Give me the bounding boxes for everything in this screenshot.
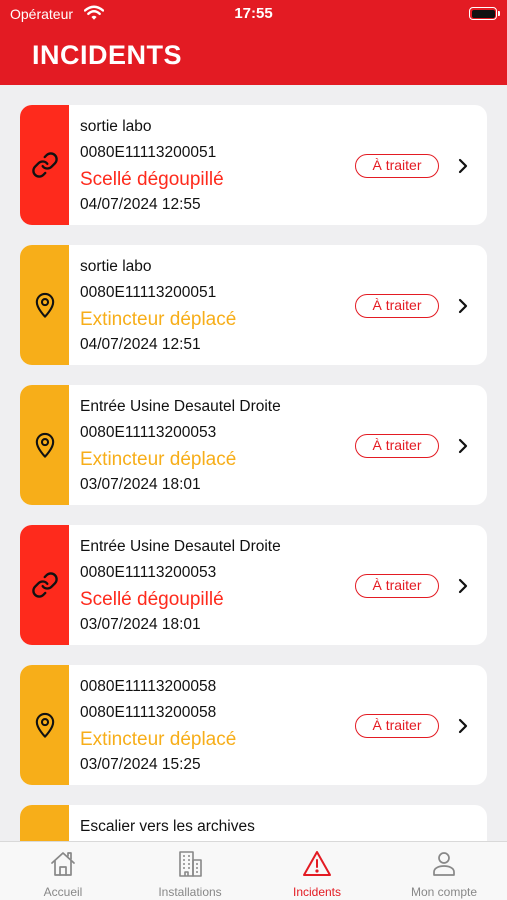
tab-installations[interactable]: Installations (127, 842, 253, 900)
chevron-right-icon (458, 438, 468, 454)
chevron-right-icon (458, 158, 468, 174)
chevron-right-icon (458, 578, 468, 594)
severity-stripe (20, 665, 69, 785)
chevron-right-icon (458, 298, 468, 314)
page-title: INCIDENTS (32, 40, 183, 70)
status-badge: À traiter (355, 434, 439, 458)
home-icon (51, 852, 75, 876)
tab-bar: Accueil Installations Incidents Mon comp… (0, 841, 507, 900)
incident-datetime: 04/07/2024 12:55 (80, 196, 201, 213)
building-icon (179, 851, 202, 877)
warning-icon (303, 851, 331, 876)
incident-device-id: 0080E11113200051 (80, 144, 217, 161)
incident-datetime: 03/07/2024 18:01 (80, 476, 201, 493)
incident-type: Extincteur déplacé (80, 729, 237, 750)
tab-incidents[interactable]: Incidents (254, 842, 380, 900)
incident-card[interactable]: Entrée Usine Desautel Droite 0080E111132… (20, 385, 487, 505)
tab-label: Installations (158, 885, 222, 899)
tab-accueil[interactable]: Accueil (0, 842, 126, 900)
link-icon (31, 572, 58, 598)
incident-location: Entrée Usine Desautel Droite (80, 538, 281, 555)
severity-stripe (20, 525, 69, 645)
incident-type: Extincteur déplacé (80, 449, 237, 470)
incident-list[interactable]: sortie labo 0080E11113200051 Scellé dégo… (0, 85, 507, 841)
tab-label: Mon compte (410, 885, 478, 899)
link-icon (31, 152, 58, 178)
incident-device-id: 0080E11113200053 (80, 564, 217, 581)
incident-type: Scellé dégoupillé (80, 589, 224, 610)
battery-icon (469, 7, 500, 20)
location-pin-icon (35, 432, 54, 458)
status-badge: À traiter (355, 294, 439, 318)
incident-device-id: 0080E11113200058 (80, 704, 217, 721)
status-badge: À traiter (355, 574, 439, 598)
incident-device-id: 0080E11113200051 (80, 284, 217, 301)
chevron-right-icon (458, 718, 468, 734)
incident-card[interactable]: Entrée Usine Desautel Droite 0080E111132… (20, 525, 487, 645)
status-badge: À traiter (355, 154, 439, 178)
incident-location: 0080E11113200058 (80, 678, 217, 695)
severity-stripe (20, 245, 69, 365)
incident-card[interactable]: 0080E11113200058 0080E11113200058 Extinc… (20, 665, 487, 785)
severity-stripe (20, 385, 69, 505)
severity-stripe (20, 805, 69, 841)
incident-location: sortie labo (80, 258, 152, 275)
location-pin-icon (35, 712, 54, 738)
app-header: Opérateur 17:55 INCIDENTS (0, 0, 507, 85)
tab-mon-compte[interactable]: Mon compte (381, 842, 507, 900)
incident-datetime: 03/07/2024 18:01 (80, 616, 201, 633)
status-badge: À traiter (355, 714, 439, 738)
incident-datetime: 04/07/2024 12:51 (80, 336, 201, 353)
tab-label: Incidents (292, 885, 342, 899)
status-bar: Opérateur 17:55 (0, 0, 507, 30)
incident-device-id: 0080E11113200053 (80, 424, 217, 441)
incident-type: Extincteur déplacé (80, 309, 237, 330)
incident-location: Entrée Usine Desautel Droite (80, 398, 281, 415)
incident-location: Escalier vers les archives (80, 818, 255, 835)
status-time: 17:55 (234, 5, 273, 22)
location-pin-icon (35, 292, 54, 318)
severity-stripe (20, 105, 69, 225)
incident-card[interactable]: Escalier vers les archives (20, 805, 487, 841)
incident-card[interactable]: sortie labo 0080E11113200051 Scellé dégo… (20, 105, 487, 225)
incident-card[interactable]: sortie labo 0080E11113200051 Extincteur … (20, 245, 487, 365)
incident-datetime: 03/07/2024 15:25 (80, 756, 201, 773)
tab-label: Accueil (43, 885, 83, 899)
user-icon (433, 852, 455, 876)
incident-type: Scellé dégoupillé (80, 169, 224, 190)
incident-location: sortie labo (80, 118, 152, 135)
